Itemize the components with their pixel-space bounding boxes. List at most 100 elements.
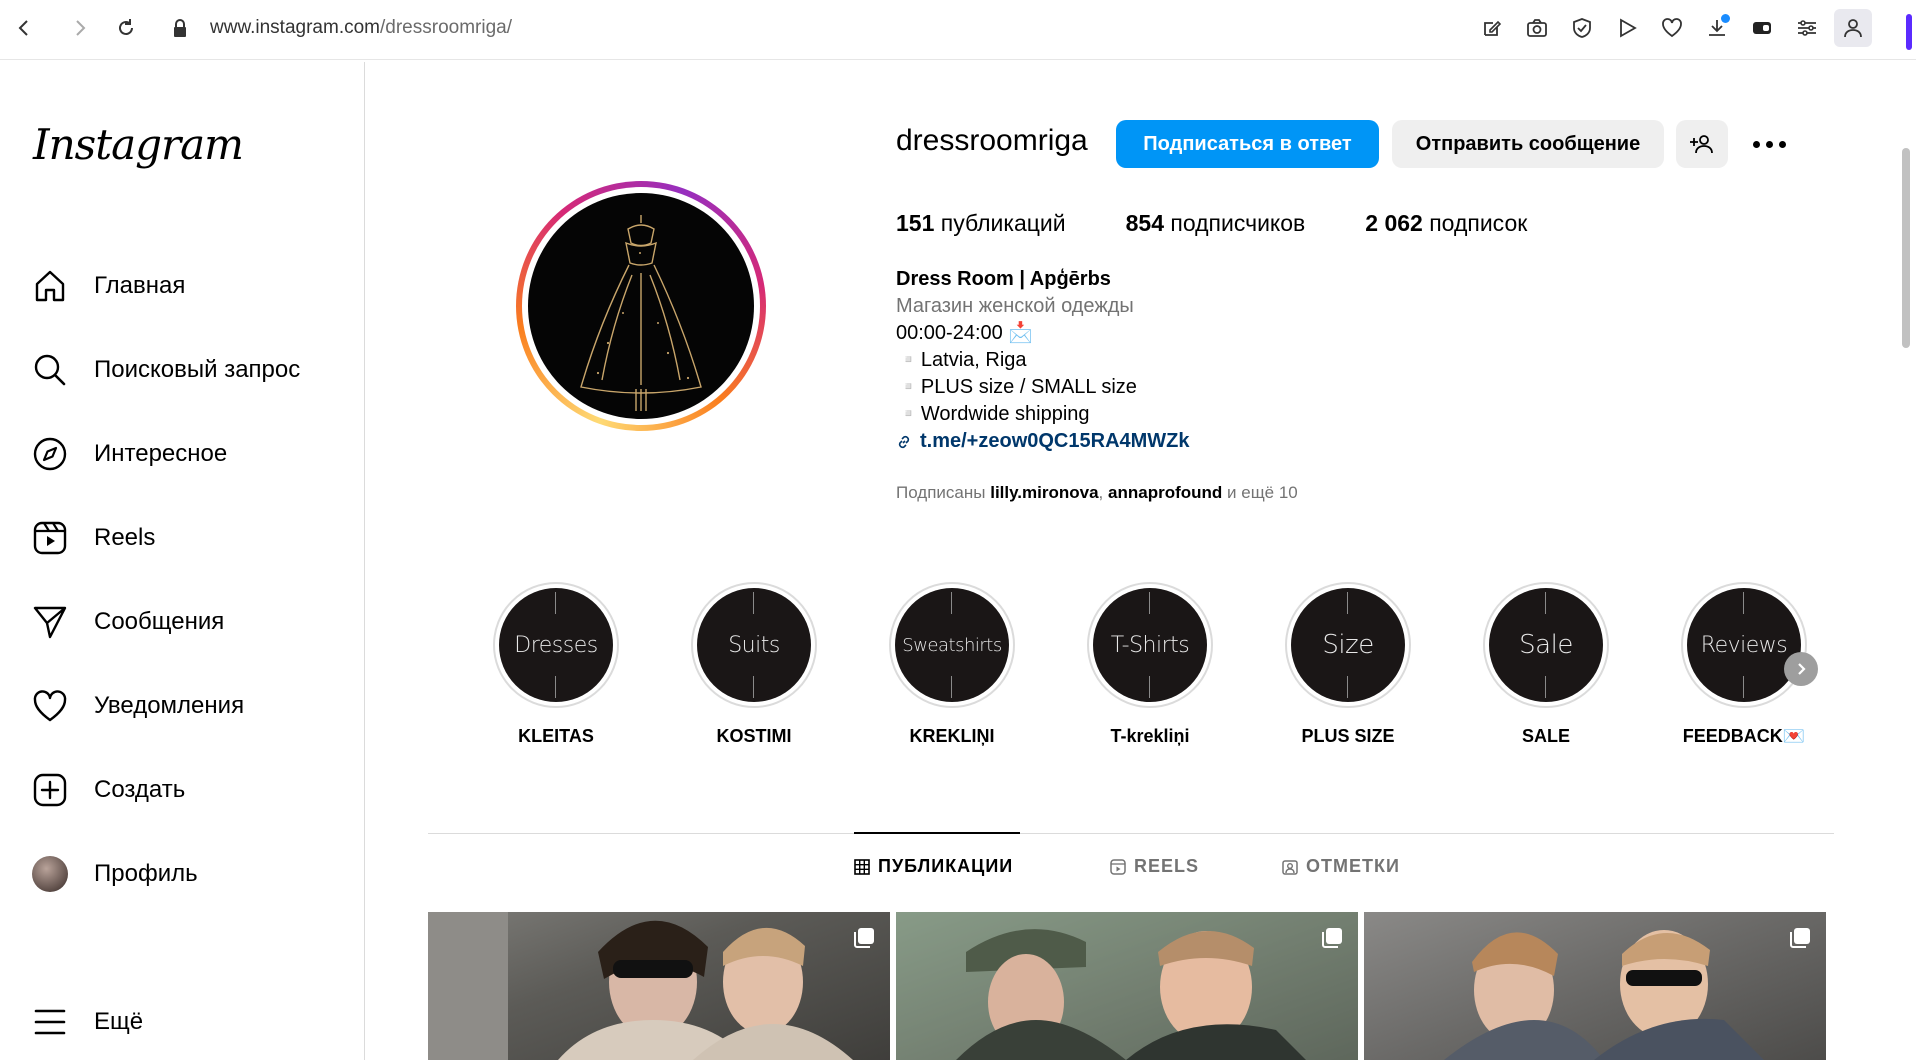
- sidebar-item-more[interactable]: Ещё: [30, 994, 143, 1050]
- shield-icon[interactable]: [1568, 14, 1596, 42]
- sidebar-item-label: Уведомления: [94, 692, 245, 719]
- bio-external-link[interactable]: t.me/+zeow0QC15RA4MWZk: [896, 428, 1190, 455]
- back-button[interactable]: [12, 14, 36, 42]
- url-path: /dressroomriga/: [380, 17, 512, 38]
- sidebar-item-label: Профиль: [94, 860, 198, 887]
- address-bar[interactable]: www.instagram.com/dressroomriga/: [210, 14, 512, 42]
- profile-main: dressroomriga Подписаться в ответ Отправ…: [366, 62, 1896, 1060]
- highlight-cover: Reviews: [1687, 588, 1801, 702]
- highlight-item[interactable]: Dresses KLEITAS: [493, 582, 619, 747]
- send-message-button[interactable]: Отправить сообщение: [1392, 120, 1664, 168]
- followed-by-user: annaprofound: [1108, 483, 1223, 502]
- sidebar-item-messages[interactable]: Сообщения: [30, 594, 224, 650]
- sidebar-item-label: Reels: [94, 524, 156, 551]
- sidebar-item-label: Ещё: [94, 1008, 144, 1035]
- compass-icon: [30, 434, 70, 474]
- highlight-label: PLUS SIZE: [1301, 726, 1395, 746]
- instagram-logo[interactable]: Instagram: [33, 120, 244, 169]
- camera-icon[interactable]: [1523, 14, 1551, 42]
- highlight-cover: Dresses: [499, 588, 613, 702]
- carousel-icon: [1790, 928, 1810, 948]
- chevron-right-icon: [1798, 663, 1806, 675]
- messages-icon: [30, 602, 70, 642]
- sidebar-item-label: Интересное: [94, 440, 228, 467]
- browser-toolbar: www.instagram.com/dressroomriga/: [0, 0, 1916, 60]
- sidebar-item-label: Сообщения: [94, 608, 225, 635]
- sidebar-item-reels[interactable]: Reels: [30, 510, 155, 566]
- add-user-icon: [1690, 135, 1713, 154]
- lock-icon[interactable]: [168, 14, 192, 42]
- follow-back-button[interactable]: Подписаться в ответ: [1116, 120, 1379, 168]
- carousel-icon: [1322, 928, 1342, 948]
- following-count: 2 062: [1365, 210, 1423, 236]
- highlight-label: KLEITAS: [518, 726, 594, 746]
- tab-reels[interactable]: REELS: [1110, 856, 1199, 877]
- suggested-users-button[interactable]: [1676, 120, 1728, 168]
- followed-by-prefix: Подписаны: [896, 483, 986, 502]
- user-icon: [1844, 19, 1862, 38]
- browser-profile-button[interactable]: [1834, 9, 1872, 47]
- post-thumbnail[interactable]: [1364, 912, 1826, 1060]
- active-tab-indicator: [854, 832, 1020, 834]
- url-host: www.instagram.com: [210, 17, 380, 38]
- post-thumbnail[interactable]: [896, 912, 1358, 1060]
- tab-posts[interactable]: ПУБЛИКАЦИИ: [854, 856, 1013, 877]
- edit-icon[interactable]: [1478, 14, 1506, 42]
- wallet-icon[interactable]: [1748, 14, 1776, 42]
- grid-icon: [854, 858, 870, 875]
- highlight-label: KOSTIMI: [716, 726, 792, 746]
- sidebar-item-notifications[interactable]: Уведомления: [30, 678, 244, 734]
- profile-avatar-story-ring[interactable]: [516, 181, 766, 431]
- sidebar-item-explore[interactable]: Интересное: [30, 426, 227, 482]
- play-icon[interactable]: [1613, 14, 1641, 42]
- search-icon: [30, 350, 70, 390]
- highlight-item[interactable]: T-Shirts T-krekliņi: [1087, 582, 1213, 747]
- reels-icon: [1110, 858, 1126, 875]
- tab-label: ОТМЕТКИ: [1306, 856, 1400, 876]
- profile-username: dressroomriga: [896, 124, 1088, 157]
- sidebar-item-search[interactable]: Поисковый запрос: [30, 342, 300, 398]
- post-photo: [1444, 930, 1764, 1060]
- left-navigation: Instagram Главная Поисковый запрос Интер…: [0, 62, 365, 1060]
- heart-icon: [30, 686, 70, 726]
- bio-location: ▫️Latvia, Riga: [896, 349, 1027, 371]
- sidebar-item-home[interactable]: Главная: [30, 258, 185, 314]
- more-options-button[interactable]: [1746, 130, 1792, 158]
- reload-button[interactable]: [114, 14, 138, 42]
- post-thumbnail[interactable]: [428, 912, 890, 1060]
- profile-stats: 151 публикаций 854 подписчиков 2 062 под…: [896, 210, 1587, 237]
- download-icon[interactable]: [1703, 14, 1731, 42]
- highlight-item[interactable]: Sale SALE: [1483, 582, 1609, 747]
- reels-icon: [30, 518, 70, 558]
- profile-bio: Dress Room | Apģērbs Магазин женской оде…: [896, 266, 1190, 455]
- highlights-next-button[interactable]: [1784, 652, 1818, 686]
- tab-tagged[interactable]: ОТМЕТКИ: [1282, 856, 1400, 877]
- following-stat[interactable]: 2 062 подписок: [1365, 210, 1527, 237]
- followers-stat[interactable]: 854 подписчиков: [1126, 210, 1306, 237]
- highlight-cover: Sweatshirts: [895, 588, 1009, 702]
- heart-icon[interactable]: [1658, 14, 1686, 42]
- tab-label: ПУБЛИКАЦИИ: [878, 856, 1014, 876]
- post-photo: [428, 912, 853, 1060]
- sidebar-item-create[interactable]: Создать: [30, 762, 185, 818]
- page-scrollbar[interactable]: [1896, 62, 1916, 1060]
- sidebar-item-profile[interactable]: Профиль: [30, 846, 198, 902]
- followed-by-separator: ,: [1098, 483, 1104, 502]
- sidebar-item-label: Создать: [94, 776, 186, 803]
- highlight-item[interactable]: Sweatshirts KREKLIŅI: [889, 582, 1015, 747]
- posts-label: публикаций: [940, 210, 1066, 236]
- followed-by[interactable]: Подписаны lilly.mironova, annaprofound и…: [896, 483, 1298, 503]
- forward-button[interactable]: [68, 14, 92, 42]
- followers-label: подписчиков: [1170, 210, 1306, 236]
- highlight-item[interactable]: Suits KOSTIMI: [691, 582, 817, 747]
- posts-stat: 151 публикаций: [896, 210, 1066, 237]
- highlight-cover: Suits: [697, 588, 811, 702]
- highlight-label: KREKLIŅI: [909, 726, 995, 746]
- followed-by-user: lilly.mironova: [990, 483, 1099, 502]
- sidebar-item-label: Главная: [94, 272, 186, 299]
- scrollbar-thumb[interactable]: [1902, 148, 1910, 348]
- settings-sliders-icon[interactable]: [1793, 14, 1821, 42]
- sidebar-toggle[interactable]: [1906, 14, 1912, 50]
- home-icon: [30, 266, 70, 306]
- highlight-item[interactable]: Size PLUS SIZE: [1285, 582, 1411, 747]
